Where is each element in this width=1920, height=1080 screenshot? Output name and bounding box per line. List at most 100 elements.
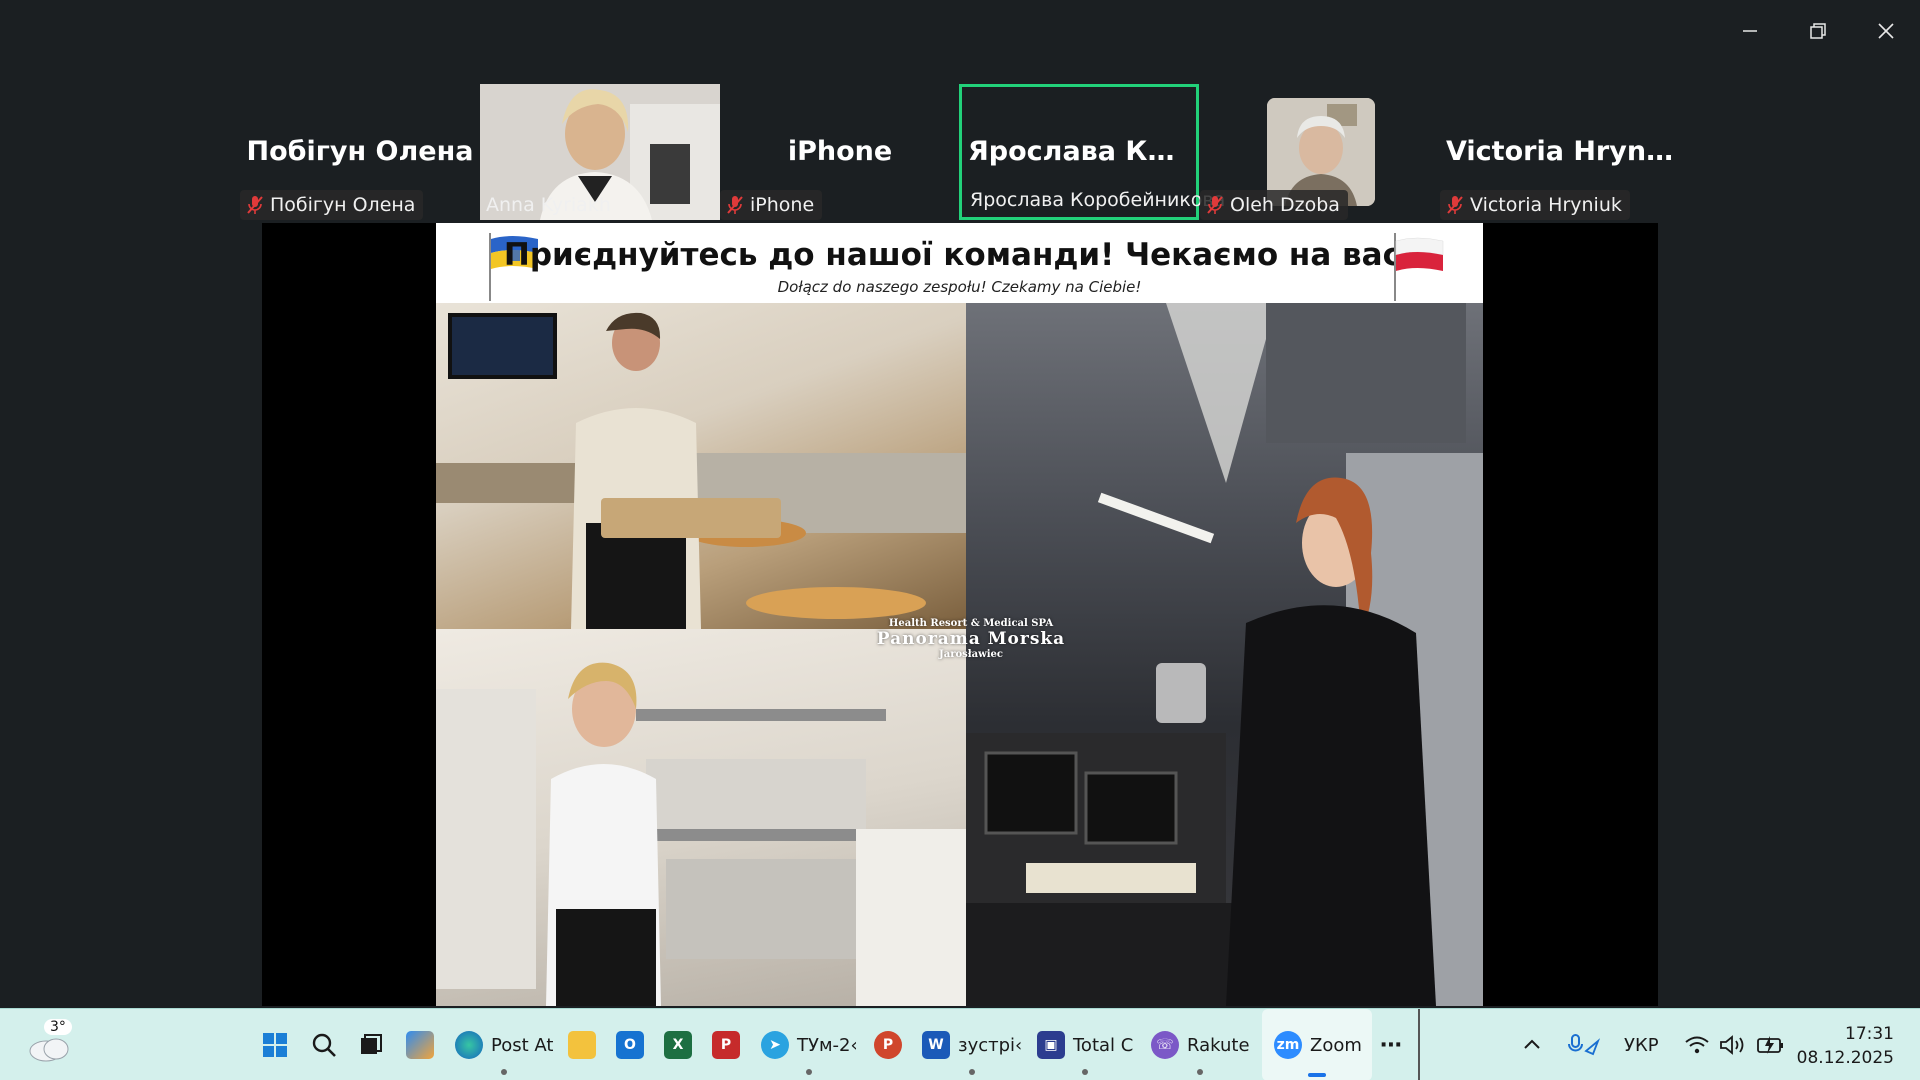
mic-muted-icon (1207, 196, 1223, 214)
taskbar-app-total-commander[interactable]: ▣ Total C (1037, 1009, 1133, 1080)
battery-charging-icon (1757, 1036, 1783, 1054)
taskbar-app-zoom[interactable]: zm Zoom (1262, 1009, 1372, 1080)
taskbar-app-powerpoint[interactable]: P (874, 1009, 902, 1080)
window-controls (1716, 0, 1920, 62)
participant-label: Oleh Dzoba (1200, 190, 1348, 220)
clock-date: 08.12.2025 (1796, 1048, 1894, 1068)
system-clock[interactable]: 17:31 08.12.2025 (1797, 1022, 1894, 1070)
participant-tile[interactable]: Victoria Hryniuk Victoria Hryniuk (1440, 84, 1680, 220)
participant-name: Oleh Dzoba (1230, 194, 1340, 216)
participant-name: Victoria Hryniuk (1470, 194, 1622, 216)
active-indicator (1308, 1073, 1326, 1077)
taskbar-app-excel[interactable]: X (664, 1009, 692, 1080)
logo-line-1: Health Resort & Medical SPA (888, 618, 1054, 629)
taskbar-more-button[interactable]: ⋯ (1380, 1009, 1402, 1080)
running-indicator (501, 1069, 508, 1075)
participant-name: iPhone (750, 194, 815, 216)
participant-tile-video[interactable]: Anna Kyriakh (480, 84, 720, 220)
mic-muted-icon (1447, 196, 1463, 214)
taskbar-app-label: зустрі‹ (958, 1034, 1023, 1056)
poland-flag-icon (1394, 233, 1444, 301)
taskbar-app-label: Total C (1073, 1034, 1134, 1056)
task-view-icon (361, 1034, 382, 1054)
input-language[interactable]: УКР (1624, 1009, 1659, 1080)
participant-label: Побігун Олена (240, 190, 424, 220)
taskbar-app-outlook[interactable]: O (616, 1009, 644, 1080)
logo-line-2: Panorama Morska (876, 629, 1066, 649)
participant-display-name: iPhone (787, 136, 893, 167)
taskbar-app-label: Post At (491, 1034, 554, 1056)
participant-tile[interactable]: Побігун Олена Побігун Олена (240, 84, 480, 220)
microphone-icon (1568, 1034, 1601, 1056)
copilot-icon (406, 1031, 434, 1059)
logo-line-3: Jarosławiec (939, 649, 1003, 660)
search-icon (312, 1033, 336, 1057)
restore-button[interactable] (1784, 0, 1852, 62)
resort-logo: Health Resort & Medical SPA Panorama Mor… (856, 618, 1086, 660)
zoom-icon: zm (1274, 1031, 1302, 1059)
running-indicator (806, 1069, 813, 1075)
mic-muted-icon (247, 196, 263, 214)
participant-label: Ярослава Коробейникова (964, 185, 1233, 215)
close-icon (1878, 23, 1894, 39)
participant-label: Victoria Hryniuk (1440, 190, 1630, 220)
running-indicator (969, 1069, 976, 1075)
participant-display-name: Ярослава Коро... (968, 136, 1196, 167)
presentation-slide: Приєднуйтесь до нашої команди! Чекаємо н… (436, 223, 1483, 1006)
taskbar: 3° Post At O X P ➤ ТУм-2‹ P W зустрі‹ ▣ … (0, 1008, 1920, 1080)
pdf-icon: P (712, 1031, 740, 1059)
slide-photo-buffet (436, 303, 966, 629)
taskbar-app-file-explorer[interactable] (568, 1009, 596, 1080)
excel-icon: X (664, 1031, 692, 1059)
copilot-button[interactable] (406, 1009, 434, 1080)
chevron-up-icon (1524, 1039, 1540, 1049)
taskbar-app-label: Rakute (1187, 1034, 1250, 1056)
voice-access-button[interactable] (1567, 1009, 1601, 1080)
participant-name: Anna Kyriakh (486, 194, 611, 216)
windows-icon (263, 1033, 287, 1057)
participant-name: Ярослава Коробейникова (970, 189, 1226, 211)
restore-icon (1810, 23, 1826, 39)
floppy-icon: ▣ (1037, 1031, 1065, 1059)
slide-subtitle: Dołącz do naszego zespołu! Czekamy na Ci… (777, 278, 1142, 296)
weather-temperature: 3° (44, 1019, 72, 1035)
screen-share-area[interactable]: Приєднуйтесь до нашої команди! Чекаємо н… (262, 223, 1658, 1006)
start-button[interactable] (262, 1009, 288, 1080)
taskbar-app-pdf[interactable]: P (712, 1009, 740, 1080)
language-indicator: УКР (1624, 1034, 1659, 1056)
close-button[interactable] (1852, 0, 1920, 62)
running-indicator (1082, 1069, 1089, 1075)
mic-muted-icon (727, 196, 743, 214)
outlook-icon: O (616, 1031, 644, 1059)
viber-icon: ☏ (1151, 1031, 1179, 1059)
telegram-icon: ➤ (761, 1031, 789, 1059)
more-icon: ⋯ (1380, 1032, 1402, 1058)
participant-tile-active-speaker[interactable]: Ярослава Коро... Ярослава Коробейникова (959, 84, 1225, 220)
participant-label: Anna Kyriakh (480, 190, 619, 220)
taskbar-app-label: Zoom (1310, 1034, 1362, 1056)
wifi-icon (1685, 1036, 1709, 1054)
taskbar-app-viber[interactable]: ☏ Rakute (1151, 1009, 1250, 1080)
volume-icon (1720, 1035, 1744, 1055)
show-hidden-icons-button[interactable] (1522, 1009, 1542, 1080)
taskbar-app-label: ТУм-2‹ (797, 1034, 858, 1056)
clock-time: 17:31 (1845, 1024, 1894, 1044)
search-button[interactable] (311, 1009, 337, 1080)
network-volume-battery[interactable] (1684, 1009, 1786, 1080)
participant-display-name: Victoria Hryniuk (1446, 136, 1680, 167)
taskbar-app-telegram[interactable]: ➤ ТУм-2‹ (761, 1009, 858, 1080)
task-view-button[interactable] (358, 1009, 384, 1080)
taskbar-app-edge[interactable]: Post At (455, 1009, 553, 1080)
minimize-icon (1743, 30, 1757, 32)
taskbar-app-word[interactable]: W зустрі‹ (922, 1009, 1022, 1080)
taskbar-divider (1418, 1009, 1420, 1080)
powerpoint-icon: P (874, 1031, 902, 1059)
slide-header: Приєднуйтесь до нашої команди! Чекаємо н… (436, 223, 1483, 303)
participant-display-name: Побігун Олена (246, 136, 474, 167)
participant-tile[interactable]: Oleh Dzoba (1200, 84, 1440, 220)
participant-tile[interactable]: iPhone iPhone (720, 84, 960, 220)
running-indicator (1197, 1069, 1204, 1075)
minimize-button[interactable] (1716, 0, 1784, 62)
slide-photo-dishes (436, 629, 966, 1006)
word-icon: W (922, 1031, 950, 1059)
